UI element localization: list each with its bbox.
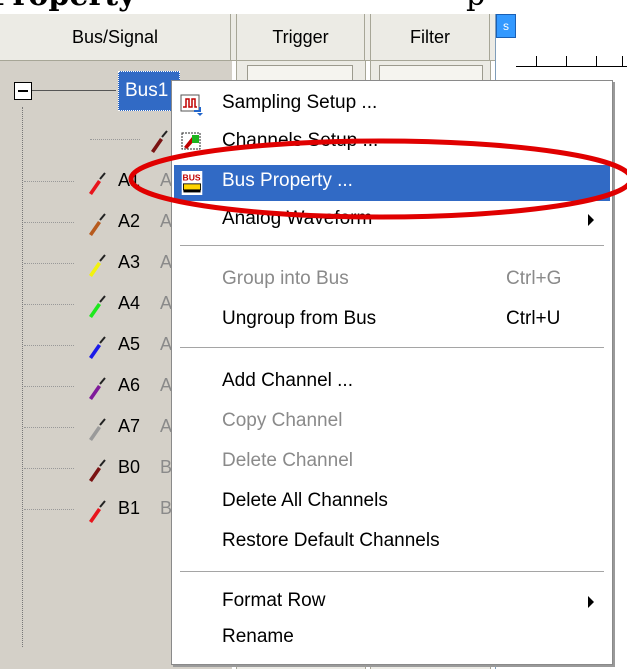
signal-label: A2 [118,211,141,231]
menu-item-analog-waveform[interactable]: Analog Waveform [174,203,610,239]
menu-item-format-row[interactable]: Format Row [174,585,610,621]
menu-item-channels-setup[interactable]: Channels Setup ... [174,125,610,161]
probe-icon [89,172,106,195]
tree-connector [24,263,74,264]
probe-icon [89,377,106,400]
menu-item-label: Sampling Setup ... [222,92,378,113]
time-ruler [516,66,627,67]
menu-item-label: Add Channel ... [222,370,353,391]
caption-text: Property [0,0,136,13]
app-window: Property p Bus/Signal Trigger Filter s B… [0,0,627,669]
menu-item-ungroup-from-bus[interactable]: Ungroup from Bus Ctrl+U [174,303,610,339]
menu-item-label: Analog Waveform [222,208,373,229]
submenu-arrow-icon [588,596,594,608]
probe-icon [89,418,106,441]
signal-label: A4 [118,293,141,313]
menu-item-copy-channel: Copy Channel [174,405,610,441]
menu-item-shortcut: Ctrl+G [506,268,562,289]
tree-connector [24,386,74,387]
signal-label: A7 [118,416,141,436]
menu-separator [180,347,604,349]
tree-connector [90,139,140,140]
signal-label: A3 [118,252,141,272]
probe-icon [89,295,106,318]
probe-icon [89,500,106,523]
menu-item-label: Rename [222,626,294,647]
probe-icon [89,213,106,236]
menu-item-delete-all-channels[interactable]: Delete All Channels [174,485,610,521]
menu-item-shortcut: Ctrl+U [506,308,561,329]
tree-connector [24,222,74,223]
probe-icon [151,130,168,153]
menu-item-delete-channel: Delete Channel [174,445,610,481]
menu-item-label: Ungroup from Bus [222,308,377,329]
cursor-marker[interactable]: s [496,14,516,38]
bus-icon-text: BUS [183,172,201,182]
menu-item-label: Restore Default Channels [222,530,440,551]
tree-connector [24,509,74,510]
menu-separator [180,571,604,573]
probe-icon [89,254,106,277]
tree-connector [24,304,74,305]
signal-label: A1 [118,170,141,190]
channels-setup-icon [181,132,203,154]
menu-item-restore-default-channels[interactable]: Restore Default Channels [174,525,610,561]
signal-label: B0 [118,457,141,477]
submenu-arrow-icon [588,214,594,226]
menu-item-label: Delete All Channels [222,490,388,511]
menu-item-bus-property[interactable]: BUS Bus Property ... [174,165,610,201]
ruler-tick [622,56,623,66]
ruler-tick [596,56,597,66]
menu-item-add-channel[interactable]: Add Channel ... [174,365,610,401]
menu-item-group-into-bus: Group into Bus Ctrl+G [174,263,610,299]
ruler-tick [566,56,567,66]
header-filter[interactable]: Filter [370,14,490,60]
ruler-tick [536,56,537,66]
menu-separator [180,245,604,247]
tree-connector [24,345,74,346]
signal-label: B1 [118,498,141,518]
header-bus-signal[interactable]: Bus/Signal [0,14,231,60]
tree-connector [32,90,116,91]
menu-item-label: Group into Bus [222,268,349,289]
context-menu: Sampling Setup ... Channels Setup ... BU… [171,80,613,665]
tree-connector [24,468,74,469]
bus-property-icon: BUS [181,171,203,195]
sampling-setup-icon [180,94,203,116]
tree-connector [24,427,74,428]
signal-label: A5 [118,334,141,354]
caption-text-right: p [466,0,485,13]
menu-item-rename[interactable]: Rename [174,621,610,657]
probe-icon [89,459,106,482]
header-trigger[interactable]: Trigger [236,14,365,60]
menu-item-label: Channels Setup ... [222,130,379,151]
menu-item-label: Delete Channel [222,450,353,471]
column-header: Bus/Signal Trigger Filter [0,14,495,61]
menu-item-sampling-setup[interactable]: Sampling Setup ... [174,87,610,123]
collapse-toggle-icon[interactable] [14,82,32,100]
menu-item-label: Copy Channel [222,410,343,431]
menu-item-label: Format Row [222,590,326,611]
signal-label: A6 [118,375,141,395]
probe-icon [89,336,106,359]
tree-connector [24,181,74,182]
menu-item-label: Bus Property ... [222,170,353,191]
